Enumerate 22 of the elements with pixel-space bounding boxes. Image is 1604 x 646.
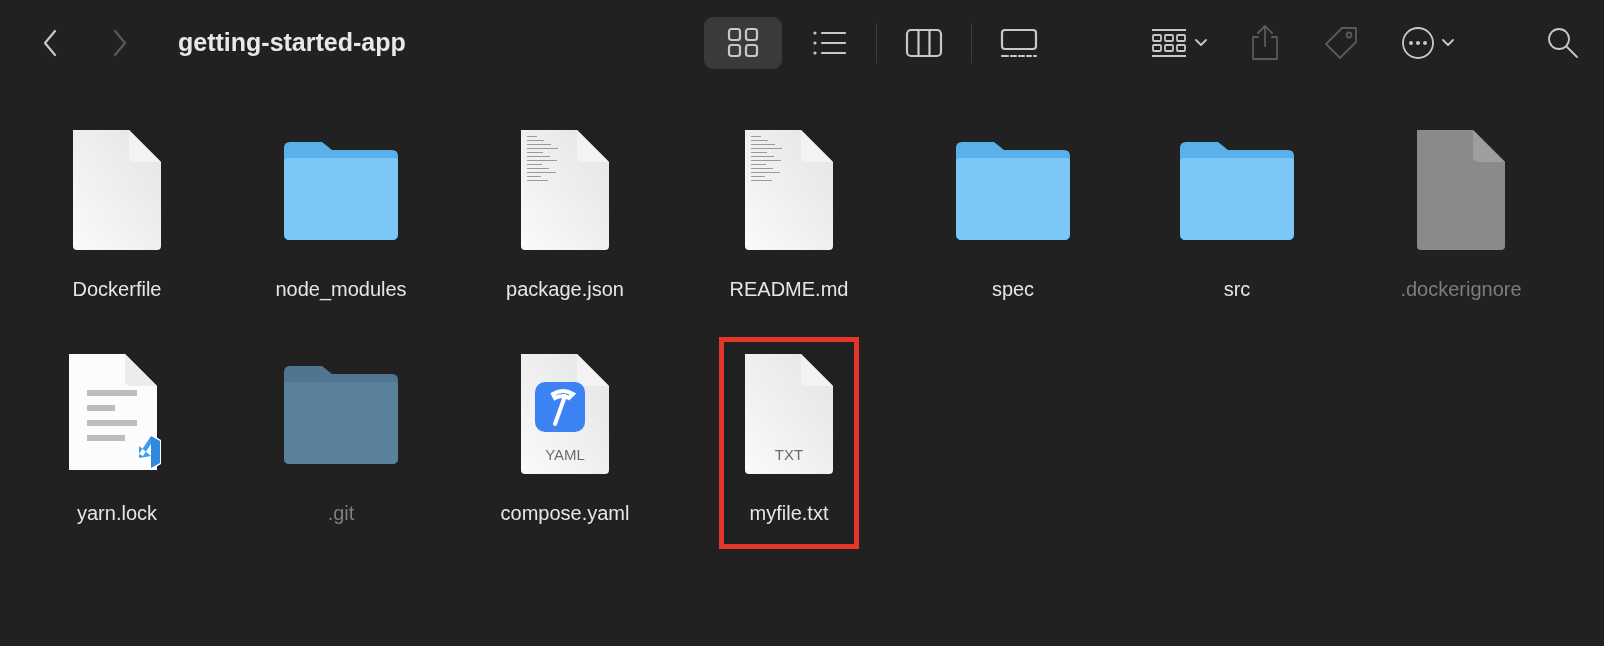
window-title: getting-started-app <box>178 27 406 59</box>
file-name[interactable]: package.json <box>502 274 628 304</box>
file-name[interactable]: Dockerfile <box>68 274 166 304</box>
gallery-view-icon <box>999 27 1039 59</box>
search-icon <box>1546 26 1580 60</box>
file-name[interactable]: src <box>1219 274 1255 304</box>
view-mode-button[interactable] <box>704 17 782 69</box>
group-icon <box>1150 26 1208 60</box>
file-type-label: YAML <box>545 447 585 462</box>
file-type-label: TXT <box>774 447 804 462</box>
file-name[interactable]: myfile.txt <box>745 498 833 528</box>
file-name[interactable]: .git <box>323 498 359 528</box>
file-name[interactable]: compose.yaml <box>496 498 634 528</box>
more-icon <box>1400 25 1456 61</box>
grid-view-icon <box>726 26 760 60</box>
column-view-icon <box>905 27 943 59</box>
file-name[interactable]: spec <box>987 274 1039 304</box>
file-name[interactable]: README.md <box>725 274 853 304</box>
file-name[interactable]: node_modules <box>271 274 411 304</box>
tag-icon <box>1322 24 1360 62</box>
file-name[interactable]: yarn.lock <box>73 498 161 528</box>
file-name[interactable]: .dockerignore <box>1396 274 1526 304</box>
